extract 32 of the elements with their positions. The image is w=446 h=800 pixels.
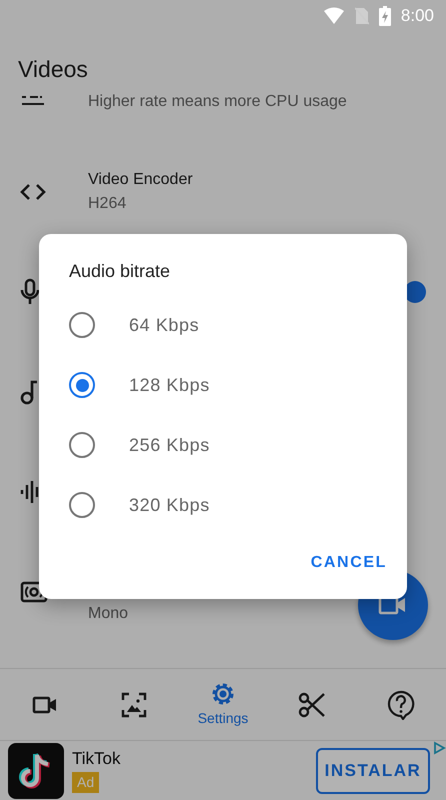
wifi-icon [322,7,345,25]
option-label[interactable]: 64 Kbps [129,312,200,338]
radio-button[interactable] [69,432,95,458]
cancel-button[interactable]: CANCEL [310,547,387,579]
setting-title: Video Encoder [88,170,193,190]
install-button[interactable]: INSTALAR [316,748,430,794]
setting-value: Higher rate means more CPU usage [88,92,347,112]
radio-button[interactable] [69,372,95,398]
setting-value: Mono [88,604,128,624]
app-name: TikTok [72,748,120,770]
radio-button[interactable] [69,312,95,338]
option-label[interactable]: 256 Kbps [129,432,210,458]
image-icon [120,692,147,718]
battery-charging-icon [378,6,391,26]
music-note-icon [20,379,38,405]
option-label[interactable]: 320 Kbps [129,492,210,518]
video-camera-icon [32,696,58,714]
nav-tab[interactable]: Settings [178,669,268,740]
microphone-icon [20,278,40,306]
waveform-icon [20,479,40,505]
radio-button[interactable] [69,492,95,518]
list-icon [20,96,46,106]
ad-label: Ad [72,772,100,794]
code-icon [20,183,46,201]
option-label[interactable]: 128 Kbps [129,372,210,398]
clock: 8:00 [400,5,434,28]
setting-value: H264 [88,194,128,214]
dialog-title: Audio bitrate [69,260,172,283]
no-sim-icon [354,7,369,25]
page-title: Videos [18,54,88,84]
scissors-icon [298,692,326,718]
help-icon [387,690,416,720]
